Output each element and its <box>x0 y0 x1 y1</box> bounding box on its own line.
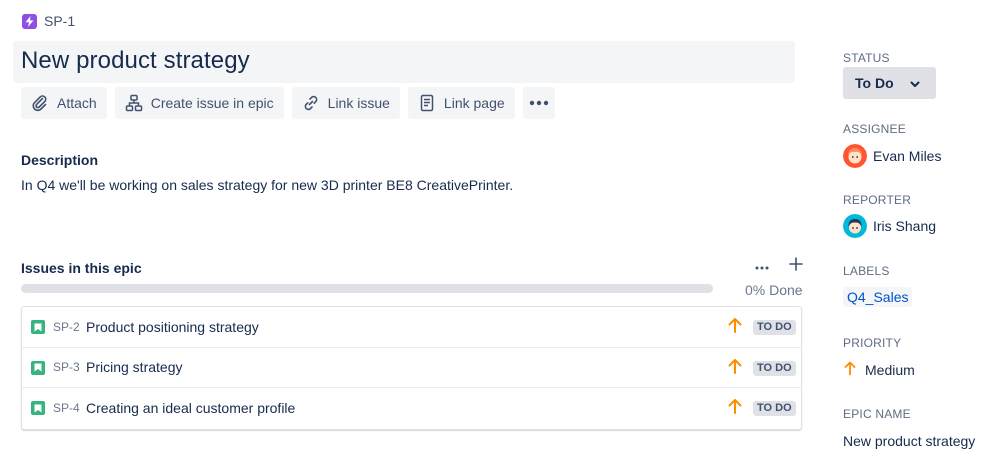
link-issue-label: Link issue <box>327 95 390 111</box>
reporter-heading: REPORTER <box>843 193 912 207</box>
child-issue-row[interactable]: SP-4 Creating an ideal customer profile … <box>22 388 801 429</box>
attach-button[interactable]: Attach <box>21 87 107 119</box>
reporter-field[interactable]: Iris Shang <box>843 214 936 238</box>
epic-progress-text: 0% Done <box>745 282 803 298</box>
priority-heading: PRIORITY <box>843 336 902 350</box>
status-lozenge: TO DO <box>753 320 796 335</box>
child-issue-summary[interactable]: Creating an ideal customer profile <box>86 400 295 416</box>
issues-in-epic-heading: Issues in this epic <box>21 260 142 276</box>
assignee-field[interactable]: Evan Miles <box>843 144 941 168</box>
priority-high-icon <box>728 358 742 379</box>
status-dropdown[interactable]: To Do <box>843 67 936 99</box>
link-issue-button[interactable]: Link issue <box>291 87 400 119</box>
epic-icon <box>22 13 37 29</box>
status-heading: STATUS <box>843 51 890 65</box>
status-value: To Do <box>855 75 894 91</box>
child-issue-key[interactable]: SP-3 <box>53 360 80 374</box>
priority-value: Medium <box>865 361 915 378</box>
more-icon <box>529 100 549 106</box>
child-issue-key[interactable]: SP-4 <box>53 401 80 415</box>
epic-progress-bar <box>21 284 713 293</box>
story-icon <box>31 401 45 415</box>
child-issue-row[interactable]: SP-3 Pricing strategy TO DO <box>22 348 801 388</box>
epic-name-heading: EPIC NAME <box>843 407 911 421</box>
add-child-issue-button[interactable] <box>786 256 806 276</box>
labels-heading: LABELS <box>843 264 890 278</box>
child-issue-list: SP-2 Product positioning strategy TO DO … <box>21 306 802 430</box>
label-chip[interactable]: Q4_Sales <box>843 287 913 307</box>
attach-label: Attach <box>57 95 97 111</box>
issue-key[interactable]: SP-1 <box>44 13 75 29</box>
plus-icon <box>789 256 803 276</box>
issue-toolbar: Attach Create issue in epic Link issue L… <box>21 87 555 119</box>
child-issue-row[interactable]: SP-2 Product positioning strategy TO DO <box>22 307 801 348</box>
description-heading: Description <box>21 152 99 168</box>
epic-name-value[interactable]: New product strategy <box>843 433 975 449</box>
reporter-name: Iris Shang <box>873 218 937 234</box>
description-text[interactable]: In Q4 we'll be working on sales strategy… <box>21 177 513 193</box>
avatar <box>843 144 867 168</box>
issues-actions <box>752 256 806 276</box>
status-lozenge: TO DO <box>753 401 796 416</box>
story-icon <box>31 320 45 334</box>
chevron-down-icon <box>910 75 920 91</box>
priority-medium-icon <box>843 360 857 379</box>
issues-more-button[interactable] <box>752 256 772 276</box>
more-actions-button[interactable] <box>522 87 555 119</box>
more-icon <box>755 257 769 275</box>
link-page-label: Link page <box>443 95 505 111</box>
avatar <box>843 214 867 238</box>
priority-high-icon <box>728 317 742 338</box>
paperclip-icon <box>31 94 49 112</box>
create-issue-in-epic-button[interactable]: Create issue in epic <box>114 87 284 119</box>
assignee-name: Evan Miles <box>873 148 942 164</box>
link-icon <box>302 94 320 112</box>
status-lozenge: TO DO <box>753 360 796 376</box>
priority-high-icon <box>728 398 742 419</box>
page-icon <box>418 94 436 112</box>
breadcrumb[interactable]: SP-1 <box>22 13 75 29</box>
assignee-heading: ASSIGNEE <box>843 122 906 136</box>
child-issue-key[interactable]: SP-2 <box>53 320 80 334</box>
child-issue-summary[interactable]: Product positioning strategy <box>86 319 259 335</box>
create-issue-label: Create issue in epic <box>150 95 274 111</box>
story-icon <box>31 360 45 375</box>
child-issue-summary[interactable]: Pricing strategy <box>86 359 182 375</box>
page-title[interactable]: New product strategy <box>21 47 250 75</box>
priority-field[interactable]: Medium <box>843 360 915 379</box>
hierarchy-icon <box>125 94 143 112</box>
link-page-button[interactable]: Link page <box>407 87 515 119</box>
